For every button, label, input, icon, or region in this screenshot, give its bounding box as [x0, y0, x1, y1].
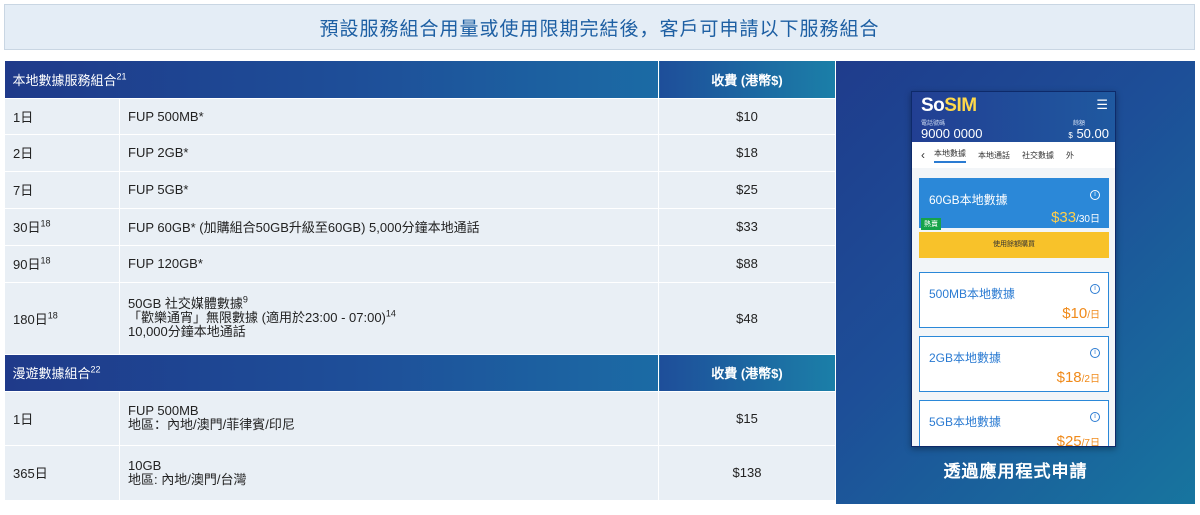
- info-icon[interactable]: i: [1090, 412, 1100, 422]
- description-line: 「歡樂通宵」無限數據 (適用於23:00 - 07:00)14: [128, 308, 396, 325]
- phone-mockup: SoSIM ☰ 電話號碼 9000 0000 餘額 $ 50.00 ‹ 本地數據…: [911, 91, 1116, 447]
- plan-title: 60GB本地數據: [929, 193, 1008, 207]
- plan-card[interactable]: 60GB本地數據 i 熱賣 $33/30日: [919, 178, 1109, 230]
- info-banner: 預設服務組合用量或使用限期完結後，客戶可申請以下服務組合: [4, 4, 1195, 50]
- price: $33: [658, 207, 836, 246]
- footnote-ref: 22: [90, 364, 101, 375]
- description: FUP 5GB*: [128, 182, 189, 197]
- description-line: 10,000分鐘本地通話: [128, 324, 246, 339]
- price: $88: [658, 244, 836, 283]
- plan-title: 2GB本地數據: [929, 351, 1002, 365]
- plan-title: 500MB本地數據: [929, 287, 1016, 301]
- period: 365日: [13, 466, 48, 481]
- description: FUP 500MB*: [128, 108, 204, 124]
- plan-price: $10/日: [1062, 305, 1100, 322]
- plan-title: 5GB本地數據: [929, 415, 1002, 429]
- banner-title: 預設服務組合用量或使用限期完結後，客戶可申請以下服務組合: [319, 18, 880, 40]
- table-row: 1日 FUP 500MB* $10: [4, 97, 836, 135]
- period: 7日: [13, 183, 34, 198]
- section-title: 本地數據服務組合: [12, 72, 117, 88]
- table-row: 90日18 FUP 120GB* $88: [4, 244, 836, 283]
- app-header: SoSIM ☰ 電話號碼 9000 0000 餘額 $ 50.00: [912, 92, 1115, 142]
- period: 90日: [13, 257, 41, 272]
- buy-with-balance-button[interactable]: 使用餘額購買: [919, 232, 1109, 258]
- description: FUP 2GB*: [128, 145, 189, 160]
- footnote-ref: 9: [242, 294, 248, 305]
- info-icon[interactable]: i: [1090, 284, 1100, 294]
- period: 1日: [13, 109, 34, 125]
- period: 180日: [13, 311, 48, 327]
- period: 30日: [13, 220, 41, 235]
- chevron-left-icon[interactable]: ‹: [912, 148, 934, 162]
- fee-header: 收費 (港幣$): [658, 61, 836, 98]
- table-row: 7日 FUP 5GB* $25: [4, 170, 836, 209]
- price: $48: [658, 281, 836, 355]
- table-row: 180日18 50GB 社交媒體數據9 「歡樂通宵」無限數據 (適用於23:00…: [4, 281, 836, 355]
- period: 1日: [13, 411, 34, 427]
- footnote-ref: 14: [385, 308, 396, 319]
- app-tabs: ‹ 本地數據 本地通話 社交數據 外: [912, 142, 1115, 168]
- footnote-ref: 18: [40, 255, 51, 266]
- price: $18: [658, 133, 836, 172]
- price: $25: [658, 170, 836, 209]
- plans-table: 本地數據服務組合21 收費 (港幣$) 1日 FUP 500MB* $10 2日…: [4, 61, 836, 501]
- app-promo-panel: SoSIM ☰ 電話號碼 9000 0000 餘額 $ 50.00 ‹ 本地數據…: [836, 61, 1195, 504]
- plan-price: $33/30日: [1051, 209, 1100, 226]
- description-line: 地區: 內地/澳門/台灣: [128, 471, 247, 487]
- footnote-ref: 18: [47, 310, 58, 321]
- description-line: FUP 500MB: [128, 403, 199, 418]
- price: $10: [658, 97, 836, 135]
- local-section-header: 本地數據服務組合21 收費 (港幣$): [4, 61, 836, 98]
- hamburger-menu-icon[interactable]: ☰: [1096, 97, 1108, 113]
- table-row: 1日 FUP 500MB 地區：內地/澳門/菲律賓/印尼 $15: [4, 390, 836, 446]
- hot-badge: 熱賣: [921, 218, 941, 230]
- table-row: 2日 FUP 2GB* $18: [4, 133, 836, 172]
- tab-social-data[interactable]: 社交數據: [1022, 150, 1054, 161]
- description-line: 10GB: [128, 457, 162, 473]
- price: $138: [658, 444, 836, 501]
- plan-card[interactable]: 5GB本地數據 i $25/7日: [919, 400, 1109, 447]
- balance: $ 50.00: [1068, 126, 1109, 141]
- fee-header: 收費 (港幣$): [658, 354, 836, 391]
- info-icon[interactable]: i: [1090, 348, 1100, 358]
- roaming-section-header: 漫遊數據組合22 收費 (港幣$): [4, 354, 836, 391]
- sosim-logo: SoSIM: [921, 95, 977, 116]
- section-title: 漫遊數據組合: [12, 366, 91, 381]
- footnote-ref: 21: [116, 71, 127, 82]
- table-row: 365日 10GB 地區: 內地/澳門/台灣 $138: [4, 444, 836, 501]
- footnote-ref: 18: [40, 218, 51, 229]
- tab-more[interactable]: 外: [1066, 150, 1074, 161]
- description: FUP 60GB* (加購組合50GB升級至60GB) 5,000分鐘本地通話: [128, 220, 480, 235]
- info-icon[interactable]: i: [1090, 190, 1100, 200]
- plan-price: $25/7日: [1056, 433, 1100, 447]
- tab-local-calls[interactable]: 本地通話: [978, 150, 1010, 161]
- phone-number: 9000 0000: [921, 126, 983, 141]
- price: $15: [658, 390, 836, 446]
- description: FUP 120GB*: [128, 256, 203, 271]
- plan-card[interactable]: 2GB本地數據 i $18/2日: [919, 336, 1109, 392]
- plan-card[interactable]: 500MB本地數據 i $10/日: [919, 272, 1109, 328]
- promo-caption: 透過應用程式申請: [943, 462, 1088, 481]
- tab-local-data[interactable]: 本地數據: [934, 148, 966, 163]
- description-line: 地區：內地/澳門/菲律賓/印尼: [128, 417, 295, 432]
- table-row: 30日18 FUP 60GB* (加購組合50GB升級至60GB) 5,000分…: [4, 207, 836, 246]
- period: 2日: [13, 146, 34, 161]
- plan-price: $18/2日: [1056, 369, 1100, 386]
